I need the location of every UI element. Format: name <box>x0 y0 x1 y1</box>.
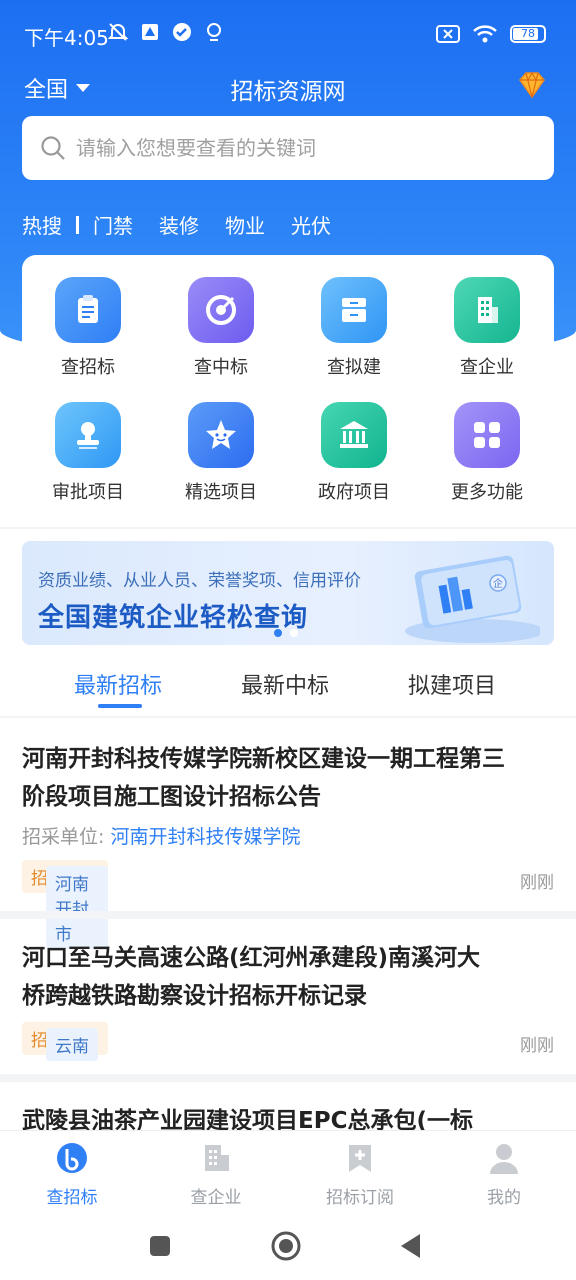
item-buyer: 招采单位: 河南开封科技传媒学院 <box>22 826 301 848</box>
hot-keyword[interactable]: 门禁 <box>93 210 133 239</box>
item-tags: 云南 招标公告 <box>22 1022 108 1061</box>
nav-label: 查企业 <box>190 1188 242 1208</box>
search-input[interactable] <box>76 136 516 160</box>
back-button-icon[interactable] <box>398 1232 424 1260</box>
hot-search-label: 热搜 <box>22 214 62 238</box>
bottom-navigation: 查招标 查企业 招标订阅 我的 <box>0 1130 576 1210</box>
nav-label: 查招标 <box>46 1188 98 1208</box>
list-item[interactable]: 武陵县油茶产业园建设项目EPC总承包(一标 <box>0 1082 576 1130</box>
hot-keyword[interactable]: 装修 <box>159 210 199 239</box>
grid-label: 更多功能 <box>451 482 523 503</box>
app-notification-icon <box>142 24 158 40</box>
nav-company[interactable]: 查企业 <box>156 1141 276 1208</box>
carousel-dot <box>290 629 298 637</box>
nav-profile[interactable]: 我的 <box>444 1141 564 1208</box>
grid-item-more-functions[interactable]: 更多功能 <box>427 402 547 504</box>
grid-item-proposed-search[interactable]: 查拟建 <box>294 277 414 379</box>
hot-search-bar: 热搜 门禁 装修 物业 光伏 <box>22 210 357 239</box>
promo-banner[interactable]: 资质业绩、从业人员、荣誉奖项、信用评价 全国建筑企业轻松查询 企 <box>22 541 554 645</box>
recents-button-icon[interactable] <box>148 1234 172 1258</box>
divider <box>0 1074 576 1082</box>
profile-icon <box>490 1144 518 1174</box>
grid-label: 政府项目 <box>318 482 390 503</box>
check-badge-icon <box>173 23 191 41</box>
item-tags: 河南 开封市 招标公告 <box>22 860 108 949</box>
government-icon <box>321 402 387 468</box>
bid-search-icon <box>57 1143 87 1173</box>
location-icon <box>207 23 221 41</box>
nav-bid-search[interactable]: 查招标 <box>12 1141 132 1208</box>
grid-label: 查拟建 <box>327 357 381 378</box>
grid-label: 查企业 <box>460 357 514 378</box>
buyer-link[interactable]: 河南开封科技传媒学院 <box>110 826 300 848</box>
target-icon <box>188 277 254 343</box>
active-tab-indicator <box>98 704 142 708</box>
item-time: 刚刚 <box>520 1036 554 1056</box>
search-bar[interactable] <box>22 116 554 180</box>
enterprise-card-illustration: 企 <box>405 555 540 643</box>
star-icon <box>188 402 254 468</box>
tab-proposed-projects[interactable]: 拟建项目 <box>408 668 496 700</box>
tab-latest-awards[interactable]: 最新中标 <box>241 668 329 700</box>
no-sim-icon <box>436 25 460 43</box>
grid-label: 精选项目 <box>185 482 257 503</box>
banner-subtitle: 资质业绩、从业人员、荣誉奖项、信用评价 <box>38 571 361 591</box>
grid-label: 查中标 <box>194 357 248 378</box>
list-item[interactable]: 河口至马关高速公路(红河州承建段)南溪河大 桥跨越铁路勘察设计招标开标记录 云南… <box>0 919 576 1074</box>
building-icon <box>454 277 520 343</box>
region-tag: 云南 <box>46 1028 98 1061</box>
item-title: 河口至马关高速公路(红河州承建段)南溪河大 桥跨越铁路勘察设计招标开标记录 <box>22 945 481 1009</box>
vip-diamond-icon[interactable] <box>516 70 548 100</box>
home-button-icon[interactable] <box>270 1230 302 1262</box>
nav-label: 我的 <box>487 1188 521 1208</box>
divider <box>0 527 576 529</box>
grid-item-approval-projects[interactable]: 审批项目 <box>28 402 148 504</box>
status-time: 下午4:05 <box>24 26 109 50</box>
carousel-indicator <box>274 629 298 637</box>
clipboard-icon <box>55 277 121 343</box>
app-header: 全国 招标资源网 <box>0 66 576 110</box>
stamp-icon <box>55 402 121 468</box>
company-icon <box>205 1145 229 1171</box>
wifi-icon <box>473 25 497 43</box>
divider <box>0 911 576 919</box>
function-grid: 查招标 查中标 查拟建 查企业 审批项目 精选项目 政府项目 更多功能 <box>22 255 554 527</box>
grid-item-featured-projects[interactable]: 精选项目 <box>161 402 281 504</box>
item-title: 武陵县油茶产业园建设项目EPC总承包(一标 <box>22 1108 473 1130</box>
grid-item-bid-search[interactable]: 查招标 <box>28 277 148 379</box>
page-title: 招标资源网 <box>230 79 346 105</box>
tab-bar: 最新招标 最新中标 拟建项目 <box>0 660 576 714</box>
tab-latest-bids[interactable]: 最新招标 <box>74 668 162 700</box>
grid-item-government-projects[interactable]: 政府项目 <box>294 402 414 504</box>
status-bar: 下午4:05 78 <box>0 0 576 72</box>
list-item[interactable]: 河南开封科技传媒学院新校区建设一期工程第三 阶段项目施工图设计招标公告 招采单位… <box>0 718 576 949</box>
grid-label: 审批项目 <box>52 482 124 503</box>
grid-label: 查招标 <box>61 357 115 378</box>
hot-keyword[interactable]: 物业 <box>225 210 265 239</box>
nav-subscribe[interactable]: 招标订阅 <box>300 1141 420 1208</box>
archive-icon <box>321 277 387 343</box>
item-time: 刚刚 <box>520 873 554 893</box>
hot-keyword[interactable]: 光伏 <box>291 210 331 239</box>
search-icon <box>41 136 65 160</box>
grid-item-award-search[interactable]: 查中标 <box>161 277 281 379</box>
carousel-dot <box>274 629 282 637</box>
nav-label: 招标订阅 <box>326 1188 394 1208</box>
mute-icon <box>108 23 128 41</box>
divider <box>76 215 79 234</box>
subscribe-icon <box>349 1145 371 1172</box>
banner-title: 全国建筑企业轻松查询 <box>38 603 309 633</box>
grid-item-company-search[interactable]: 查企业 <box>427 277 547 379</box>
card-badge-text: 企 <box>493 577 503 590</box>
system-navigation-bar <box>0 1210 576 1280</box>
battery-indicator: 78 <box>510 25 546 43</box>
grid-icon <box>454 402 520 468</box>
item-title: 河南开封科技传媒学院新校区建设一期工程第三 阶段项目施工图设计招标公告 <box>22 746 505 810</box>
